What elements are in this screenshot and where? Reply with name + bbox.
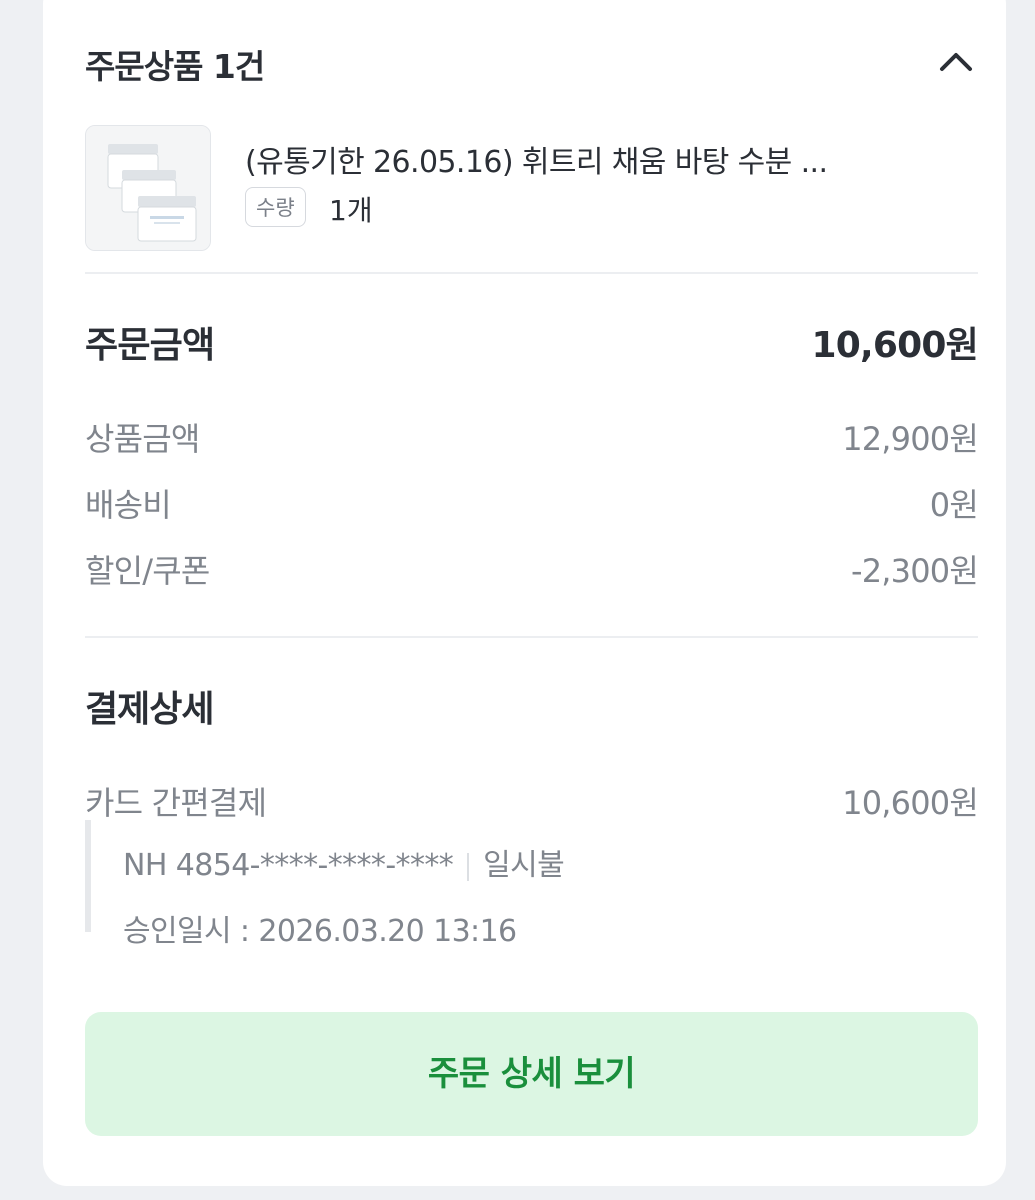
order-items-header[interactable]: 주문상품 1건 — [85, 32, 978, 92]
order-amount-total-row: 주문금액 10,600원 — [85, 316, 979, 366]
product-amount-value: 12,900원 — [842, 420, 979, 458]
card-info-block: NH 4854-****-****-**** 일시불 승인일시 : 2026.03… — [85, 820, 978, 949]
discount-coupon-row: 할인/쿠폰 -2,300원 — [85, 546, 979, 596]
order-items-title: 주문상품 1건 — [85, 47, 265, 86]
approval-datetime: 승인일시 : 2026.03.20 13:16 — [123, 914, 517, 949]
installment-type: 일시불 — [483, 848, 565, 883]
product-amount-row: 상품금액 12,900원 — [85, 414, 979, 464]
product-amount-label: 상품금액 — [85, 420, 200, 458]
product-item[interactable]: (유통기한 26.05.16) 휘트리 채움 바탕 수분 ... 수량 1개 — [85, 125, 978, 255]
order-summary-card: 주문상품 1건 (유통기한 26.05.16) 휘트리 채움 바탕 수분 ...… — [43, 0, 1006, 1186]
chevron-up-icon[interactable] — [936, 42, 976, 82]
card-number-line: NH 4854-****-****-**** 일시불 — [123, 840, 565, 884]
order-amount-total: 10,600원 — [811, 325, 979, 366]
card-number: NH 4854-****-****-**** — [123, 848, 454, 883]
payment-detail-title: 결제상세 — [85, 689, 214, 730]
divider — [85, 636, 978, 638]
quantity-value: 1개 — [329, 194, 373, 227]
order-detail-button[interactable]: 주문 상세 보기 — [85, 1012, 978, 1136]
divider — [85, 272, 978, 274]
quantity-badge: 수량 — [245, 187, 306, 227]
payment-method-label: 카드 간편결제 — [85, 784, 267, 822]
order-amount-title: 주문금액 — [85, 325, 215, 366]
shipping-fee-value: 0원 — [929, 486, 979, 524]
discount-coupon-label: 할인/쿠폰 — [85, 552, 210, 590]
product-thumbnail — [85, 125, 211, 251]
separator — [467, 852, 470, 881]
discount-coupon-value: -2,300원 — [851, 552, 979, 590]
shipping-fee-label: 배송비 — [85, 486, 172, 524]
cream-jar-image — [86, 126, 210, 250]
payment-amount-value: 10,600원 — [842, 784, 979, 822]
product-name: (유통기한 26.05.16) 휘트리 채움 바탕 수분 ... — [245, 145, 828, 180]
shipping-fee-row: 배송비 0원 — [85, 480, 979, 530]
